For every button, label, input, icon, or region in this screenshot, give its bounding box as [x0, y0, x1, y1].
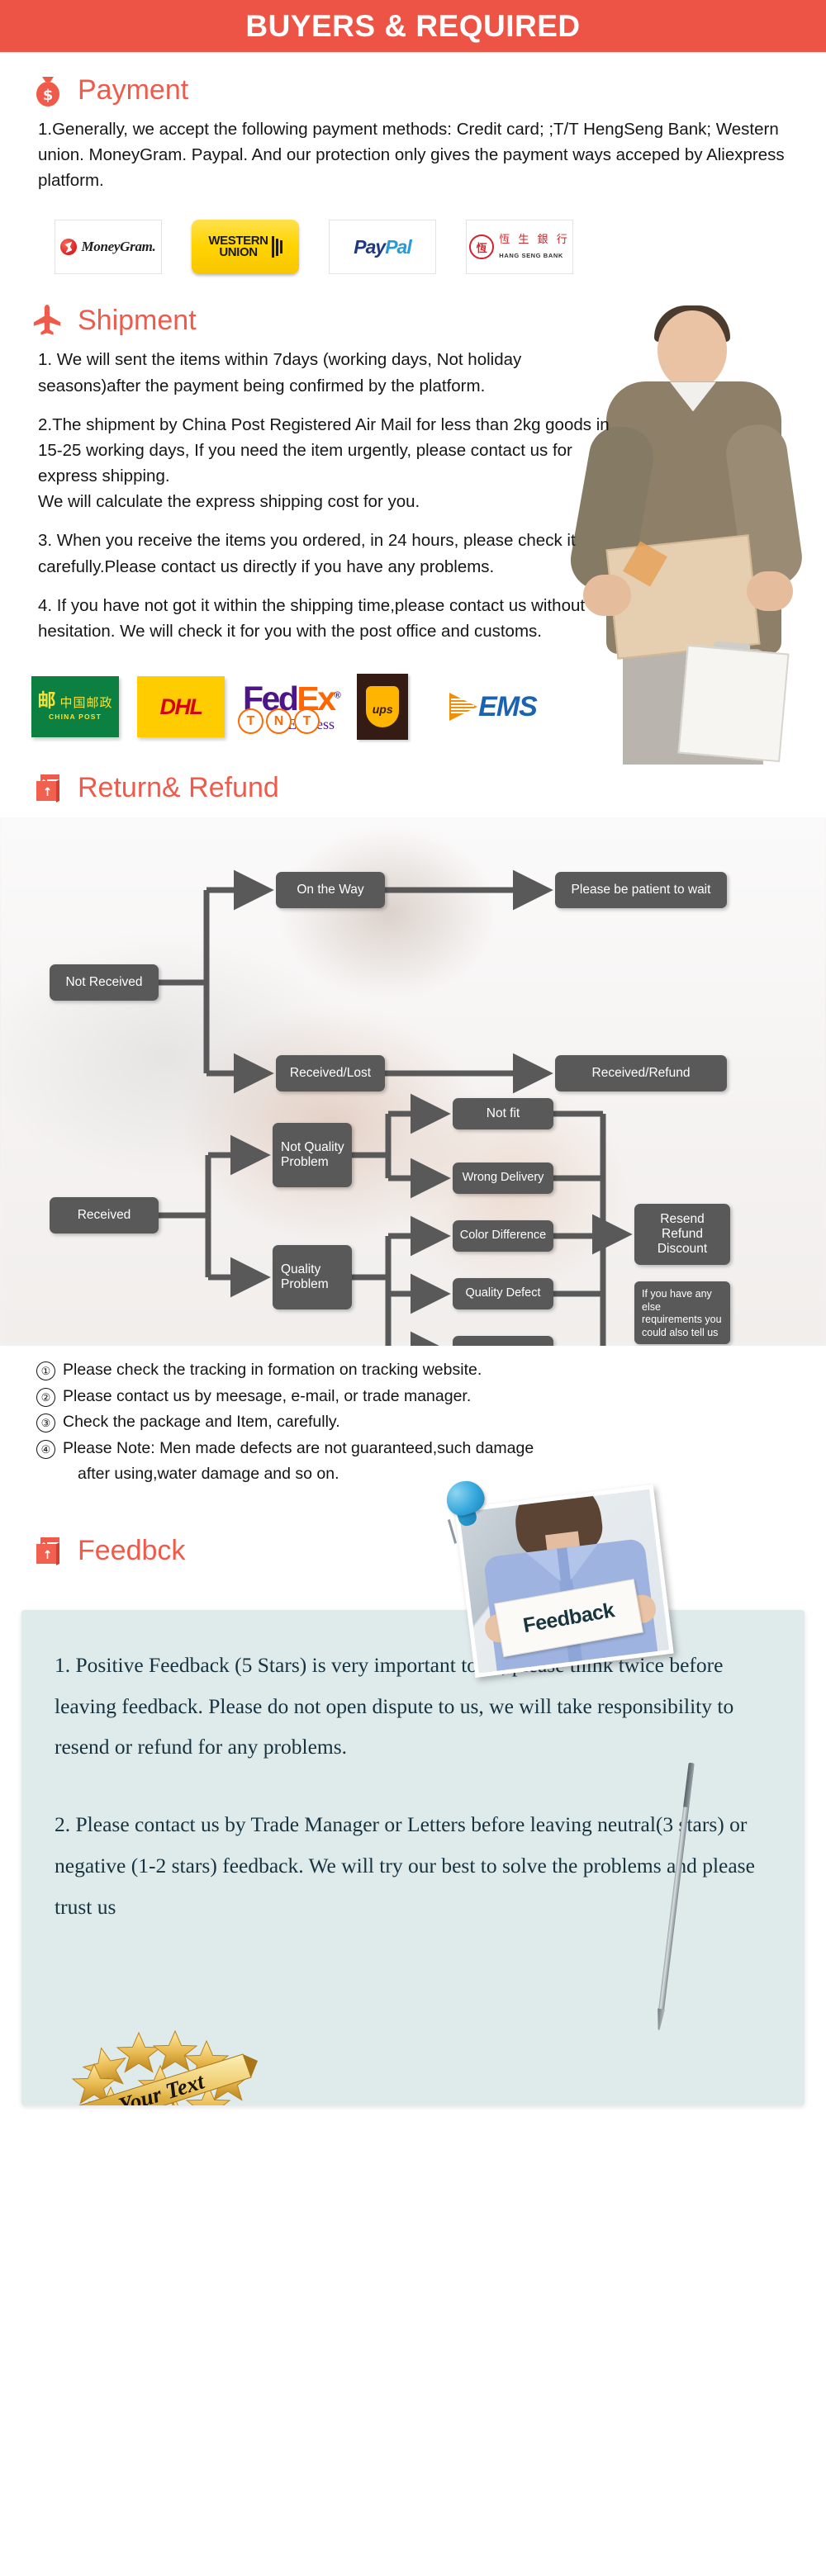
- moneygram-label: MoneyGram.: [81, 239, 156, 255]
- hang-seng-bank-logo: 恆 恆 生 銀 行 HANG SENG BANK: [466, 220, 573, 275]
- return-note-item: ① Please check the tracking in formation…: [36, 1357, 801, 1384]
- return-refund-heading: Return& Refund: [0, 750, 826, 814]
- hang-seng-seal-icon: 恆: [469, 234, 495, 260]
- feedback-sign-text: Feedback: [521, 1598, 616, 1637]
- circled-number-2-icon: ②: [36, 1387, 55, 1407]
- china-post-mark-icon: 邮: [37, 691, 56, 713]
- feedback-heading: Feedbck: [0, 1513, 826, 1577]
- return-note-continuation: after using,water damage and so on.: [78, 1465, 339, 1484]
- shipment-section: Shipment 1. We will sent the items withi…: [0, 282, 826, 765]
- return-flowchart: Not Received On the Way Please be patien…: [0, 817, 826, 1347]
- promo-page: BUYERS & REQUIRED $ Payment 1.Generally,…: [0, 0, 826, 2576]
- carrier-logo-row: 邮 中国邮政 CHINA POST DHL FedEx® Express ups…: [0, 657, 826, 750]
- flow-node-not-fit: Not fit: [453, 1098, 553, 1130]
- payment-heading: $ Payment: [0, 52, 826, 116]
- ems-label: EMS: [478, 690, 538, 722]
- money-bag-icon: $: [30, 72, 66, 108]
- tnt-letter-t2: T: [294, 708, 320, 735]
- shipment-title: Shipment: [78, 305, 197, 337]
- footer-spacer: [0, 2105, 826, 2237]
- gold-star-ribbon-badge: Your Text: [66, 2018, 264, 2105]
- ems-logo: EMS: [449, 690, 538, 723]
- tnt-logo: T N T: [238, 708, 320, 735]
- flow-note-extra-requirements: If you have any else requirements you co…: [634, 1281, 730, 1345]
- airplane-icon: [30, 302, 66, 339]
- open-box-icon: [30, 1532, 66, 1569]
- page-title: BUYERS & REQUIRED: [245, 8, 581, 43]
- hang-seng-label-cn: 恆 生 銀 行: [499, 234, 570, 247]
- shipment-heading: Shipment: [0, 282, 826, 347]
- shipment-paragraph-4: 3. When you receive the items you ordere…: [38, 531, 576, 576]
- shipment-paragraph-1: 1. We will sent the items within 7days (…: [38, 350, 522, 395]
- feedback-section: Feedbck Feedback 1. Positive Feedback (5…: [0, 1475, 826, 2105]
- flow-node-received-lost: Received/Lost: [276, 1055, 385, 1092]
- flow-node-on-the-way: On the Way: [276, 872, 385, 909]
- flow-node-quality-problem: Quality Problem: [273, 1245, 352, 1310]
- ems-triangle-icon: [449, 693, 478, 722]
- shipment-paragraph-5: 4. If you have not got it within the shi…: [38, 595, 586, 641]
- paypal-logo: PayPal: [329, 220, 436, 275]
- ups-shield-icon: ups: [366, 686, 400, 728]
- flow-node-not-quality-problem: Not Quality Problem: [273, 1123, 352, 1188]
- return-refund-title: Return& Refund: [78, 772, 279, 804]
- china-post-logo: 邮 中国邮政 CHINA POST: [31, 676, 119, 738]
- flow-node-received: Received: [50, 1197, 159, 1234]
- feedback-title: Feedbck: [78, 1534, 186, 1566]
- return-note-text: Please check the tracking in formation o…: [63, 1361, 482, 1380]
- return-note-item: ② Please contact us by meesage, e-mail, …: [36, 1384, 801, 1410]
- flow-node-quality-defect: Quality Defect: [453, 1278, 553, 1310]
- feedback-paragraph-1: 1. Positive Feedback (5 Stars) is very i…: [55, 1652, 734, 1759]
- western-union-line2: UNION: [219, 245, 258, 260]
- shipment-copy: 1. We will sent the items within 7days (…: [0, 347, 651, 644]
- flow-node-received-refund: Received/Refund: [555, 1055, 727, 1092]
- page-header: BUYERS & REQUIRED: [0, 0, 826, 52]
- flow-node-wrong-delivery: Wrong Delivery: [453, 1163, 553, 1195]
- paypal-label-pal: Pal: [385, 235, 412, 258]
- flow-node-not-received: Not Received: [50, 964, 159, 1002]
- flow-node-damage: Damage: [453, 1336, 553, 1347]
- return-notes-list: ① Please check the tracking in formation…: [0, 1346, 826, 1488]
- china-post-label-en: CHINA POST: [48, 713, 102, 722]
- tnt-letter-t1: T: [238, 708, 263, 735]
- feedback-paragraph-2: 2. Please contact us by Trade Manager or…: [55, 1812, 755, 1919]
- paypal-label-pay: Pay: [354, 235, 386, 258]
- circled-number-3-icon: ③: [36, 1413, 55, 1433]
- open-box-icon: [30, 769, 66, 806]
- return-note-item: ③ Check the package and Item, carefully.: [36, 1409, 801, 1436]
- return-note-item: ④ Please Note: Men made defects are not …: [36, 1436, 801, 1462]
- western-union-bars-icon: [271, 236, 282, 258]
- tnt-letter-n: N: [266, 708, 292, 735]
- payment-paragraph: 1.Generally, we accept the following pay…: [38, 120, 785, 191]
- circled-number-1-icon: ①: [36, 1361, 55, 1381]
- payment-section: $ Payment 1.Generally, we accept the fol…: [0, 52, 826, 282]
- shipment-paragraph-3: We will calculate the express shipping c…: [38, 492, 420, 512]
- return-note-text: Please contact us by meesage, e-mail, or…: [63, 1386, 472, 1405]
- flow-node-color-difference: Color Difference: [453, 1220, 553, 1252]
- china-post-label-cn: 中国邮政: [59, 694, 113, 710]
- fedex-registered-icon: ®: [334, 690, 341, 701]
- return-note-text: Please Note: Men made defects are not gu…: [63, 1438, 534, 1457]
- hang-seng-label-en: HANG SENG BANK: [499, 252, 563, 260]
- ups-logo: ups: [357, 674, 409, 741]
- return-note-text: Check the package and Item, carefully.: [63, 1413, 340, 1432]
- flow-node-please-be-patient: Please be patient to wait: [555, 872, 727, 909]
- flow-node-resend-refund-discount: Resend Refund Discount: [634, 1204, 730, 1266]
- pushpin-icon: [441, 1475, 489, 1546]
- payment-logo-row: MoneyGram. WESTERN UNION PayPal 恆 恆 生 銀 …: [0, 206, 826, 282]
- moneygram-logo: MoneyGram.: [55, 220, 162, 275]
- shipment-paragraph-2: 2.The shipment by China Post Registered …: [38, 414, 610, 486]
- return-refund-section: Return& Refund Not Received On the Way P…: [0, 750, 826, 1488]
- dhl-label: DHL: [159, 694, 204, 719]
- svg-text:$: $: [43, 87, 54, 104]
- feedback-card: 1. Positive Feedback (5 Stars) is very i…: [21, 1609, 805, 2105]
- payment-copy: 1.Generally, we accept the following pay…: [0, 116, 826, 193]
- payment-title: Payment: [78, 74, 189, 106]
- moneygram-globe-icon: [60, 239, 78, 256]
- circled-number-4-icon: ④: [36, 1439, 55, 1459]
- western-union-logo: WESTERN UNION: [192, 220, 299, 275]
- dhl-logo: DHL: [137, 676, 225, 738]
